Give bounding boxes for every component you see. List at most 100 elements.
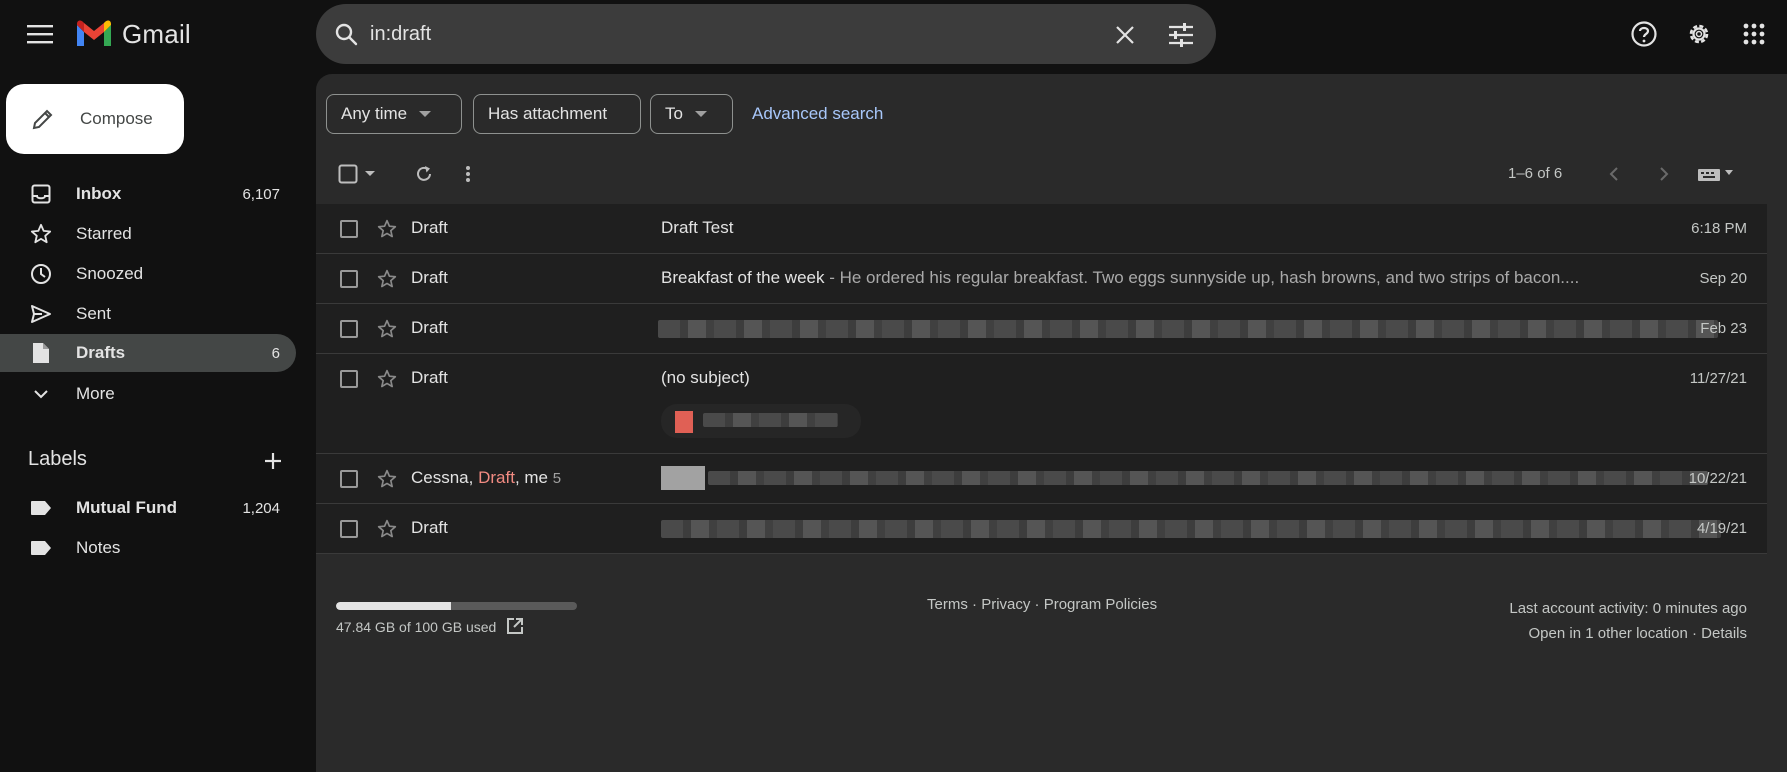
privacy-link[interactable]: Privacy xyxy=(981,596,1030,613)
gmail-logo[interactable]: Gmail xyxy=(74,14,191,54)
any-time-filter-chip[interactable]: Any time xyxy=(326,94,462,134)
refresh-icon[interactable] xyxy=(408,158,440,190)
sidebar-item-starred[interactable]: Starred xyxy=(0,215,296,253)
star-icon[interactable] xyxy=(374,466,400,492)
sidebar-item-label: Snoozed xyxy=(76,264,144,283)
chip-label: Any time xyxy=(341,104,408,123)
open-in-text: Open in 1 other location xyxy=(1528,625,1688,642)
sidebar-item-drafts[interactable]: Drafts 6 xyxy=(0,334,296,372)
draft-file-icon xyxy=(28,340,54,366)
terms-link[interactable]: Terms xyxy=(927,596,968,613)
thread-senders: Cessna, Draft, me 5 xyxy=(411,468,561,488)
star-icon[interactable] xyxy=(374,366,400,392)
program-policies-link[interactable]: Program Policies xyxy=(1044,596,1157,613)
search-options-icon[interactable] xyxy=(1164,18,1198,52)
sender-name: , me xyxy=(514,468,548,487)
more-options-icon[interactable] xyxy=(452,158,484,190)
row-checkbox[interactable] xyxy=(340,220,358,238)
top-bar: Gmail xyxy=(0,0,1787,68)
message-date: Feb 23 xyxy=(1700,320,1747,337)
message-date: 11/27/21 xyxy=(1689,370,1747,387)
label-tag-icon xyxy=(28,495,54,521)
sidebar-item-label: Drafts xyxy=(76,343,126,362)
chevron-down-icon xyxy=(28,381,54,407)
next-page-chevron-icon[interactable] xyxy=(1648,158,1680,190)
compose-button[interactable]: Compose xyxy=(6,84,184,154)
message-date: 10/22/21 xyxy=(1688,470,1747,487)
select-dropdown-caret-icon[interactable] xyxy=(360,158,380,190)
star-icon[interactable] xyxy=(374,516,400,542)
star-icon[interactable] xyxy=(374,316,400,342)
input-tools-keyboard-icon[interactable] xyxy=(1694,158,1738,190)
row-checkbox[interactable] xyxy=(340,470,358,488)
sidebar-item-sent[interactable]: Sent xyxy=(0,295,296,333)
label-item-notes[interactable]: Notes xyxy=(0,529,296,567)
other-locations: Open in 1 other location · Details xyxy=(1509,621,1747,646)
send-icon xyxy=(28,301,54,327)
open-external-icon[interactable] xyxy=(504,615,526,637)
message-subject: (no subject) xyxy=(661,368,1661,388)
unread-count: 6,107 xyxy=(242,185,280,203)
sidebar-item-more[interactable]: More xyxy=(0,375,296,413)
has-attachment-filter-chip[interactable]: Has attachment xyxy=(473,94,641,134)
label-name: Mutual Fund xyxy=(76,498,178,517)
search-icon[interactable] xyxy=(330,18,362,50)
row-checkbox[interactable] xyxy=(340,370,358,388)
draft-sender: Draft xyxy=(411,368,448,387)
settings-gear-icon[interactable] xyxy=(1679,14,1719,54)
file-icon xyxy=(675,411,693,433)
star-icon[interactable] xyxy=(374,266,400,292)
storage-usage-text: 47.84 GB of 100 GB used xyxy=(336,619,497,635)
pagination-info: 1–6 of 6 xyxy=(1508,165,1563,182)
thread-count: 5 xyxy=(552,470,562,487)
account-activity: Last account activity: 0 minutes ago Ope… xyxy=(1509,596,1747,646)
message-subject: Breakfast of the week - He ordered his r… xyxy=(661,268,1661,288)
search-bar xyxy=(316,4,1216,64)
row-checkbox[interactable] xyxy=(340,270,358,288)
message-snippet: - He ordered his regular breakfast. Two … xyxy=(824,268,1580,287)
message-date: 4/19/21 xyxy=(1696,520,1747,537)
sidebar-item-label: Starred xyxy=(76,224,132,243)
label-item-mutual-fund[interactable]: Mutual Fund 1,204 xyxy=(0,489,296,527)
details-link[interactable]: Details xyxy=(1701,625,1747,642)
to-filter-chip[interactable]: To xyxy=(650,94,733,134)
redacted-content xyxy=(708,471,1708,485)
main-menu-icon[interactable] xyxy=(18,15,62,53)
clear-search-icon[interactable] xyxy=(1108,18,1142,52)
sidebar-item-label: Inbox xyxy=(76,184,122,203)
draft-sender: Draft xyxy=(411,318,448,337)
search-input[interactable] xyxy=(370,19,1070,49)
message-row[interactable]: Draft Draft Test 6:18 PM xyxy=(316,204,1767,254)
draft-sender: Draft xyxy=(411,518,448,537)
draft-sender: Draft xyxy=(478,468,515,487)
separator: · xyxy=(967,596,982,613)
storage-usage-fill xyxy=(336,602,452,610)
sidebar-item-inbox[interactable]: Inbox 6,107 xyxy=(0,175,296,213)
label-count: 1,204 xyxy=(242,499,280,517)
message-row[interactable]: Draft Breakfast of the week - He ordered… xyxy=(316,254,1767,304)
message-row[interactable]: Cessna, Draft, me 5 10/22/21 xyxy=(316,454,1767,504)
sender-name: Cessna, xyxy=(411,468,479,487)
sidebar-item-snoozed[interactable]: Snoozed xyxy=(0,255,296,293)
last-activity-text: Last account activity: 0 minutes ago xyxy=(1509,600,1747,617)
chip-label: To xyxy=(665,104,683,123)
storage-usage-bar xyxy=(336,602,577,610)
message-row[interactable]: Draft Feb 23 xyxy=(316,304,1767,354)
row-checkbox[interactable] xyxy=(340,320,358,338)
attachment-chip[interactable] xyxy=(661,404,861,438)
prev-page-chevron-icon[interactable] xyxy=(1598,158,1630,190)
draft-count: 6 xyxy=(271,344,280,362)
row-checkbox[interactable] xyxy=(340,520,358,538)
redacted-block xyxy=(661,466,705,490)
help-icon[interactable] xyxy=(1624,14,1664,54)
add-label-plus-icon[interactable] xyxy=(258,446,288,476)
advanced-search-link[interactable]: Advanced search xyxy=(752,104,883,124)
message-row[interactable]: Draft (no subject) 11/27/21 xyxy=(316,354,1767,454)
star-icon[interactable] xyxy=(374,216,400,242)
subject-text: Breakfast of the week xyxy=(661,268,825,287)
star-icon xyxy=(28,221,54,247)
message-row[interactable]: Draft 4/19/21 xyxy=(316,504,1767,554)
draft-sender: Draft xyxy=(411,268,448,287)
separator: · xyxy=(1030,596,1044,613)
apps-grid-icon[interactable] xyxy=(1734,14,1774,54)
